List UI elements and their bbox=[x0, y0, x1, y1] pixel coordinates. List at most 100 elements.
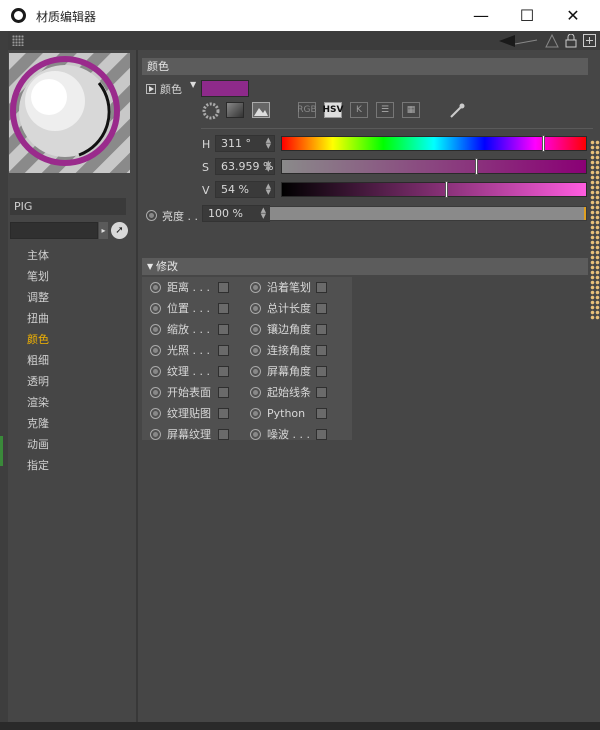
saturation-slider[interactable] bbox=[281, 158, 587, 175]
channel-item-adjust[interactable]: 调整 bbox=[27, 287, 49, 308]
grip-icon[interactable] bbox=[12, 35, 24, 46]
radio-icon[interactable] bbox=[250, 387, 261, 398]
modifier-screen-texture-checkbox[interactable] bbox=[218, 429, 229, 440]
hue-slider-thumb[interactable] bbox=[542, 135, 545, 152]
modifier-label: 连接角度 bbox=[267, 344, 311, 357]
channel-item-distort[interactable]: 扭曲 bbox=[27, 308, 49, 329]
hue-slider[interactable] bbox=[281, 135, 587, 152]
left-edge bbox=[0, 31, 8, 722]
value-input[interactable]: 54 % ▲ ▼ bbox=[215, 181, 275, 198]
material-editor: PIG ▸ ➚ 主体 笔划 调整 扭曲 颜色 粗细 透明 渲染 克隆 动画 指定… bbox=[8, 31, 600, 722]
radio-icon[interactable] bbox=[150, 282, 161, 293]
minimize-button[interactable]: — bbox=[458, 0, 504, 31]
hue-label: H bbox=[202, 138, 211, 151]
modifier-label: 屏幕角度 bbox=[267, 365, 311, 378]
modifier-noise-checkbox[interactable] bbox=[316, 429, 327, 440]
sliders-mode-icon[interactable]: ☰ bbox=[376, 102, 394, 118]
radio-icon[interactable] bbox=[150, 303, 161, 314]
mode-rgb-button[interactable]: RGB bbox=[297, 102, 317, 118]
channel-item-animation[interactable]: 动画 bbox=[27, 434, 49, 455]
modifier-label: 镶边角度 bbox=[267, 323, 311, 336]
modifier-total-length-checkbox[interactable] bbox=[316, 303, 327, 314]
modifier-scale-checkbox[interactable] bbox=[218, 324, 229, 335]
modifier-edge-angle-checkbox[interactable] bbox=[316, 324, 327, 335]
saturation-input[interactable]: 63.959 % ▲ ▼ bbox=[215, 158, 275, 175]
modifier-label: 距离 . . . bbox=[167, 281, 210, 294]
modifier-texture-map-checkbox[interactable] bbox=[218, 408, 229, 419]
material-name-field[interactable]: PIG bbox=[10, 198, 126, 215]
spinner-icon[interactable]: ▲ ▼ bbox=[266, 160, 271, 173]
radio-icon[interactable] bbox=[150, 366, 161, 377]
close-button[interactable]: ✕ bbox=[550, 0, 596, 31]
channel-item-render[interactable]: 渲染 bbox=[27, 392, 49, 413]
maximize-button[interactable]: ☐ bbox=[504, 0, 550, 31]
saturation-label: S bbox=[202, 161, 209, 174]
lock-icon[interactable] bbox=[565, 33, 577, 48]
radio-icon[interactable] bbox=[150, 345, 161, 356]
radio-icon[interactable] bbox=[250, 282, 261, 293]
color-swatch[interactable] bbox=[201, 80, 249, 97]
collapse-arrow-icon[interactable]: ▼ bbox=[147, 258, 153, 275]
radio-icon[interactable] bbox=[250, 429, 261, 440]
channel-item-color[interactable]: 颜色 bbox=[27, 329, 49, 350]
eyedropper-icon[interactable] bbox=[448, 102, 466, 120]
modifier-position-checkbox[interactable] bbox=[218, 303, 229, 314]
brightness-animate-icon[interactable] bbox=[146, 210, 157, 221]
radio-icon[interactable] bbox=[250, 324, 261, 335]
hue-input[interactable]: 311 ° ▲ ▼ bbox=[215, 135, 275, 152]
modifier-connect-angle-checkbox[interactable] bbox=[316, 345, 327, 356]
modifier-screen-angle-checkbox[interactable] bbox=[316, 366, 327, 377]
channel-item-assign[interactable]: 指定 bbox=[27, 455, 49, 476]
up-arrow-icon[interactable] bbox=[545, 33, 559, 48]
toolbar-icons bbox=[499, 32, 596, 49]
radio-icon[interactable] bbox=[150, 387, 161, 398]
back-arrow-icon[interactable] bbox=[499, 34, 539, 48]
background-viewport-edge bbox=[590, 140, 600, 320]
channel-item-clone[interactable]: 克隆 bbox=[27, 413, 49, 434]
radio-icon[interactable] bbox=[250, 303, 261, 314]
properties-panel: 颜色 颜色 ▼ RGB HSV K ☰ ▦ H 311 ° ▲ ▼ S 63.95 bbox=[138, 50, 600, 722]
modifier-distance-checkbox[interactable] bbox=[218, 282, 229, 293]
value-slider[interactable] bbox=[281, 181, 587, 198]
radio-icon[interactable] bbox=[150, 408, 161, 419]
modifier-start-line-checkbox[interactable] bbox=[316, 387, 327, 398]
modifier-python-checkbox[interactable] bbox=[316, 408, 327, 419]
modifier-start-surface-checkbox[interactable] bbox=[218, 387, 229, 398]
saturation-slider-thumb[interactable] bbox=[475, 158, 478, 175]
brightness-input[interactable]: 100 % ▲ ▼ bbox=[202, 205, 270, 222]
modifier-label: 纹理 . . . bbox=[167, 365, 210, 378]
new-panel-icon[interactable] bbox=[583, 34, 596, 47]
channel-item-main[interactable]: 主体 bbox=[27, 245, 49, 266]
spinner-icon[interactable]: ▲ ▼ bbox=[266, 183, 271, 196]
modifier-along-stroke-checkbox[interactable] bbox=[316, 282, 327, 293]
image-picker-icon[interactable] bbox=[252, 102, 270, 118]
spectrum-icon[interactable] bbox=[226, 102, 244, 118]
spinner-icon[interactable]: ▲ ▼ bbox=[261, 207, 266, 220]
material-preview[interactable] bbox=[9, 53, 130, 173]
brightness-slider[interactable] bbox=[269, 206, 587, 221]
pick-cursor-icon[interactable]: ➚ bbox=[111, 222, 128, 239]
channel-item-stroke[interactable]: 笔划 bbox=[27, 266, 49, 287]
channel-item-thickness[interactable]: 粗细 bbox=[27, 350, 49, 371]
channel-search-input[interactable] bbox=[10, 222, 98, 239]
radio-icon[interactable] bbox=[250, 345, 261, 356]
modifier-label: 起始线条 bbox=[267, 386, 311, 399]
radio-icon[interactable] bbox=[150, 429, 161, 440]
modifier-texture-checkbox[interactable] bbox=[218, 366, 229, 377]
color-dropdown-icon[interactable]: ▼ bbox=[190, 80, 196, 89]
mode-kelvin-button[interactable]: K bbox=[350, 102, 368, 118]
spinner-icon[interactable]: ▲ ▼ bbox=[266, 137, 271, 150]
color-wheel-icon[interactable] bbox=[202, 102, 220, 120]
modifier-lighting-checkbox[interactable] bbox=[218, 345, 229, 356]
radio-icon[interactable] bbox=[250, 408, 261, 419]
dropdown-arrow-icon[interactable]: ▸ bbox=[99, 222, 108, 239]
radio-icon[interactable] bbox=[150, 324, 161, 335]
animate-toggle-icon[interactable] bbox=[146, 84, 156, 94]
radio-icon[interactable] bbox=[250, 366, 261, 377]
channel-item-transparency[interactable]: 透明 bbox=[27, 371, 49, 392]
modifiers-section-header[interactable]: ▼ 修改 bbox=[142, 258, 588, 275]
swatches-mode-icon[interactable]: ▦ bbox=[402, 102, 420, 118]
mode-hsv-button[interactable]: HSV bbox=[323, 102, 344, 118]
modifier-label: 纹理贴图 bbox=[167, 407, 211, 420]
value-slider-thumb[interactable] bbox=[445, 181, 448, 198]
